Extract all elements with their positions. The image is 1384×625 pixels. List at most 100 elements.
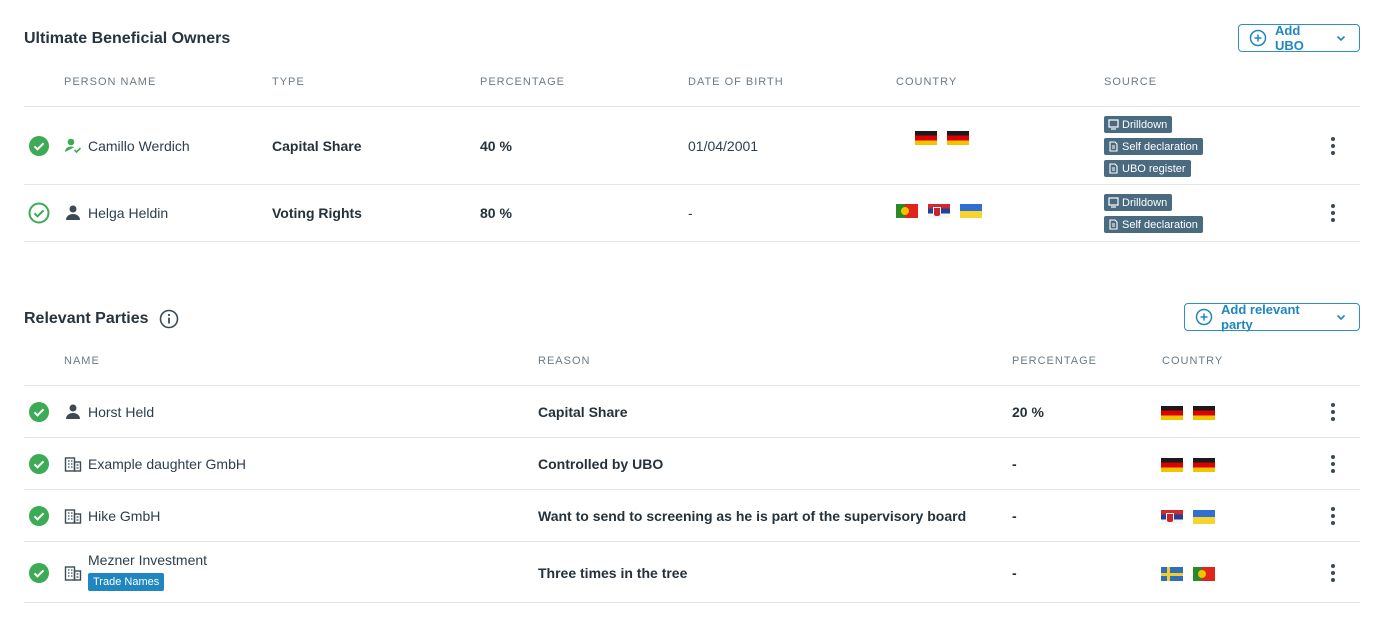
percentage-value: - xyxy=(1012,508,1017,524)
check-circle-outline-icon xyxy=(28,202,50,224)
check-circle-icon xyxy=(29,563,49,583)
row-menu-icon[interactable] xyxy=(1330,564,1336,582)
germany-flag-icon xyxy=(915,131,937,146)
building-icon xyxy=(64,566,82,581)
source-tag: UBO register xyxy=(1104,160,1191,177)
col-date-of-birth[interactable]: DATE OF BIRTH xyxy=(688,76,784,88)
table-row[interactable]: Helga Heldin Voting Rights 80 % - Drilld… xyxy=(24,185,1360,242)
country-flags xyxy=(1161,565,1225,582)
ukraine-flag-icon xyxy=(960,204,982,219)
col-reason[interactable]: REASON xyxy=(538,355,590,367)
person-check-icon xyxy=(65,138,82,154)
col-source[interactable]: SOURCE xyxy=(1104,76,1157,88)
drilldown-icon xyxy=(1108,197,1119,208)
relevant-parties-section: Relevant Parties Add relevant party NAME… xyxy=(24,302,1360,603)
document-icon xyxy=(1109,219,1118,230)
drilldown-icon xyxy=(1108,119,1119,130)
col-country[interactable]: COUNTRY xyxy=(896,76,957,88)
reason-value: Want to send to screening as he is part … xyxy=(538,508,967,524)
person-name[interactable]: Camillo Werdich xyxy=(88,138,190,154)
ubo-title: Ultimate Beneficial Owners xyxy=(24,30,231,47)
percentage-value: 20 % xyxy=(1012,404,1044,420)
check-circle-icon xyxy=(29,402,49,422)
type-value: Capital Share xyxy=(272,138,362,154)
table-row[interactable]: Camillo Werdich Capital Share 40 % 01/04… xyxy=(24,107,1360,185)
source-tags: Drilldown Self declaration UBO register xyxy=(1104,116,1203,177)
portugal-flag-icon xyxy=(1193,567,1215,582)
table-row[interactable]: Hike GmbH Want to send to screening as h… xyxy=(24,490,1360,542)
germany-flag-icon xyxy=(1161,406,1183,421)
col-country[interactable]: COUNTRY xyxy=(1162,355,1223,367)
add-ubo-button[interactable]: Add UBO xyxy=(1238,23,1360,53)
col-percentage[interactable]: PERCENTAGE xyxy=(1012,355,1097,367)
chevron-down-icon xyxy=(1335,32,1347,44)
person-icon xyxy=(66,205,80,220)
ukraine-flag-icon xyxy=(1193,510,1215,525)
chevron-down-icon xyxy=(1335,311,1347,323)
info-icon[interactable] xyxy=(159,309,179,329)
sweden-flag-icon xyxy=(1161,567,1183,582)
row-menu-icon[interactable] xyxy=(1330,204,1336,222)
reason-value: Three times in the tree xyxy=(538,565,688,581)
reason-value: Controlled by UBO xyxy=(538,456,664,472)
col-type[interactable]: TYPE xyxy=(272,76,305,88)
party-name[interactable]: Example daughter GmbH xyxy=(88,456,246,472)
percentage-value: 40 % xyxy=(480,138,512,154)
row-menu-icon[interactable] xyxy=(1330,403,1336,421)
percentage-value: - xyxy=(1012,565,1017,581)
percentage-value: 80 % xyxy=(480,205,512,221)
document-icon xyxy=(1109,163,1118,174)
table-row[interactable]: Example daughter GmbH Controlled by UBO … xyxy=(24,438,1360,490)
party-name-wrap: Mezner Investment Trade Names xyxy=(88,552,207,591)
dob-value: 01/04/2001 xyxy=(688,138,759,154)
ubo-header: Ultimate Beneficial Owners Add UBO xyxy=(24,23,1360,54)
germany-flag-icon xyxy=(947,131,969,146)
add-ubo-label: Add UBO xyxy=(1275,23,1304,53)
country-flags xyxy=(1161,404,1225,421)
party-name[interactable]: Horst Held xyxy=(88,404,154,420)
ubo-section: Ultimate Beneficial Owners Add UBO PERSO… xyxy=(24,23,1360,242)
col-person-name[interactable]: PERSON NAME xyxy=(64,76,156,88)
row-menu-icon[interactable] xyxy=(1330,137,1336,155)
table-row[interactable]: Mezner Investment Trade Names Three time… xyxy=(24,542,1360,603)
trade-names-badge[interactable]: Trade Names xyxy=(88,573,165,591)
reason-value: Capital Share xyxy=(538,404,628,420)
serbia-flag-icon xyxy=(1161,510,1183,525)
check-circle-icon xyxy=(29,506,49,526)
percentage-value: - xyxy=(1012,456,1017,472)
germany-flag-icon xyxy=(1161,458,1183,473)
plus-circle-icon xyxy=(1249,29,1267,47)
source-tag: Drilldown xyxy=(1104,116,1173,133)
source-tag: Self declaration xyxy=(1104,216,1203,233)
dob-value: - xyxy=(688,205,693,221)
parties-title-wrap: Relevant Parties xyxy=(24,309,179,329)
parties-table-header: NAME REASON PERCENTAGE COUNTRY xyxy=(24,355,1360,386)
person-icon xyxy=(66,404,80,419)
serbia-flag-icon xyxy=(928,204,950,219)
source-tag: Self declaration xyxy=(1104,138,1203,155)
col-name[interactable]: NAME xyxy=(64,355,100,367)
check-circle-icon xyxy=(29,136,49,156)
plus-circle-icon xyxy=(1195,308,1213,326)
germany-flag-icon xyxy=(1193,458,1215,473)
add-relevant-party-label: Add relevant party xyxy=(1221,302,1300,332)
ubo-table-header: PERSON NAME TYPE PERCENTAGE DATE OF BIRT… xyxy=(24,76,1360,107)
source-tags: Drilldown Self declaration xyxy=(1104,194,1203,233)
country-flags xyxy=(896,202,992,219)
row-menu-icon[interactable] xyxy=(1330,455,1336,473)
parties-title: Relevant Parties xyxy=(24,310,149,327)
germany-flag-icon xyxy=(1193,406,1215,421)
add-relevant-party-button[interactable]: Add relevant party xyxy=(1184,302,1360,332)
portugal-flag-icon xyxy=(896,204,918,219)
row-menu-icon[interactable] xyxy=(1330,507,1336,525)
table-row[interactable]: Horst Held Capital Share 20 % xyxy=(24,386,1360,438)
person-name[interactable]: Helga Heldin xyxy=(88,205,168,221)
check-circle-icon xyxy=(29,454,49,474)
party-name[interactable]: Hike GmbH xyxy=(88,508,160,524)
country-flags xyxy=(1161,508,1225,525)
building-icon xyxy=(64,457,82,472)
party-name[interactable]: Mezner Investment xyxy=(88,552,207,568)
document-icon xyxy=(1109,141,1118,152)
col-percentage[interactable]: PERCENTAGE xyxy=(480,76,565,88)
type-value: Voting Rights xyxy=(272,205,362,221)
